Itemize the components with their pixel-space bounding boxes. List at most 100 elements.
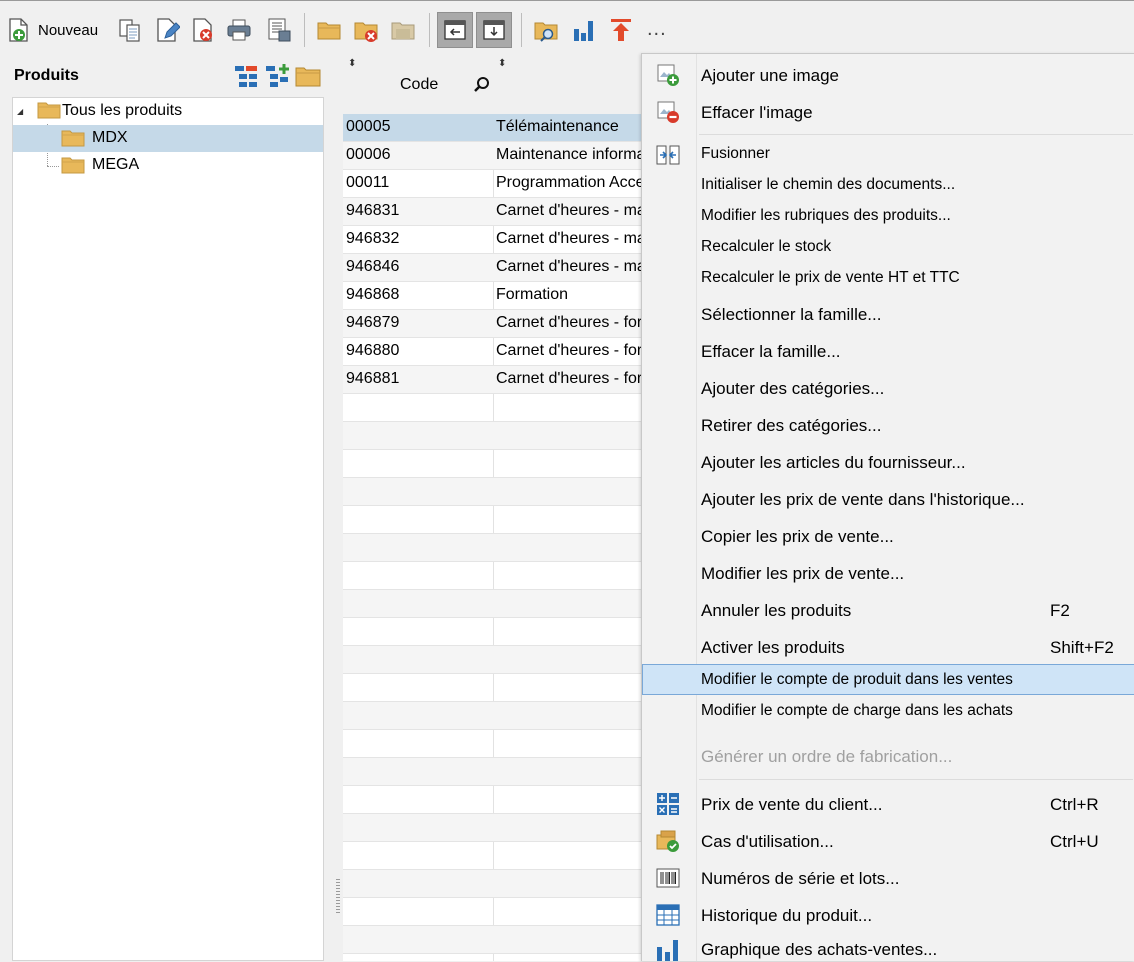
expand-collapse-icon[interactable]: ◢ — [17, 107, 23, 116]
menu-item-clear-image[interactable]: Effacer l'image — [642, 95, 1134, 129]
tree-item-mdx[interactable]: MDX — [13, 125, 323, 152]
cell-code: 946881 — [346, 370, 400, 387]
image-remove-icon — [657, 101, 679, 123]
empty-table-row — [343, 870, 643, 898]
chart-button[interactable] — [571, 13, 597, 47]
menu-item-serial-numbers[interactable]: Numéros de série et lots... — [642, 861, 1134, 895]
sort-icon[interactable]: ⬍ — [348, 58, 356, 69]
print-button[interactable] — [226, 13, 252, 47]
menu-item-label: Graphique des achats-ventes... — [701, 940, 938, 959]
table-row[interactable]: 946831 Carnet d'heures - ma — [343, 198, 643, 226]
menu-item-merge[interactable]: Fusionner — [642, 138, 1134, 172]
menu-item-recalc-price[interactable]: Recalculer le prix de vente HT et TTC — [642, 262, 1134, 296]
menu-item-label: Modifier les rubriques des produits... — [701, 207, 951, 224]
cell-description: Maintenance informa — [496, 146, 643, 163]
menu-item-label: Générer un ordre de fabrication... — [701, 747, 953, 766]
new-document-icon — [9, 18, 28, 42]
menu-item-edit-sales-account[interactable]: Modifier le compte de produit dans les v… — [642, 664, 1134, 695]
delete-document-icon — [193, 18, 212, 42]
barcode-icon — [656, 868, 680, 888]
menu-item-edit-prices[interactable]: Modifier les prix de vente... — [642, 556, 1134, 590]
menu-item-activate-products[interactable]: Activer les produits Shift+F2 — [642, 630, 1134, 664]
move-top-button[interactable] — [608, 13, 634, 47]
cell-code: 00005 — [346, 118, 391, 135]
tree-structure-icon[interactable] — [233, 63, 259, 89]
print-preview-button[interactable] — [266, 13, 292, 47]
table-row[interactable]: 00011 Programmation Acce — [343, 170, 643, 198]
menu-item-clear-family[interactable]: Effacer la famille... — [642, 334, 1134, 368]
tree-item-label: MEGA — [92, 156, 140, 173]
sort-icon[interactable]: ⬍ — [498, 58, 506, 69]
menu-item-add-price-history[interactable]: Ajouter les prix de vente dans l'histori… — [642, 482, 1134, 516]
search-icon[interactable] — [473, 76, 491, 94]
menu-item-add-categories[interactable]: Ajouter des catégories... — [642, 371, 1134, 405]
tree-item-all-products[interactable]: ◢ Tous les produits — [13, 98, 323, 125]
menu-item-shortcut: Ctrl+R — [1050, 795, 1099, 814]
menu-item-product-history[interactable]: Historique du produit... — [642, 898, 1134, 932]
folder-button[interactable] — [316, 13, 342, 47]
calculator-icon — [657, 793, 679, 815]
menu-item-client-prices[interactable]: Prix de vente du client... Ctrl+R — [642, 787, 1134, 821]
table-row[interactable]: 946832 Carnet d'heures - ma — [343, 226, 643, 254]
table-row[interactable]: 946880 Carnet d'heures - for — [343, 338, 643, 366]
menu-item-add-supplier-items[interactable]: Ajouter les articles du fournisseur... — [642, 445, 1134, 479]
empty-table-row — [343, 814, 643, 842]
menu-item-generate-manufacturing-order[interactable]: Générer un ordre de fabrication... — [642, 739, 1134, 773]
table-row[interactable]: 00005 Télémaintenance — [343, 114, 643, 142]
menu-item-usage-cases[interactable]: Cas d'utilisation... Ctrl+U — [642, 824, 1134, 858]
folder-icon — [61, 130, 85, 147]
table-row[interactable]: 946846 Carnet d'heures - ma — [343, 254, 643, 282]
more-icon[interactable]: ... — [647, 18, 667, 41]
edit-button[interactable] — [154, 13, 180, 47]
menu-item-init-doc-path[interactable]: Initialiser le chemin des documents... — [642, 169, 1134, 203]
menu-item-recalc-stock[interactable]: Recalculer le stock — [642, 231, 1134, 265]
bar-chart-icon — [574, 21, 593, 41]
empty-table-row — [343, 842, 643, 870]
folder-disabled-button[interactable] — [390, 13, 416, 47]
menu-item-cancel-products[interactable]: Annuler les produits F2 — [642, 593, 1134, 627]
new-button-label: Nouveau — [38, 21, 99, 39]
panel-splitter[interactable] — [333, 57, 343, 961]
folder-delete-button[interactable] — [353, 13, 379, 47]
empty-table-row — [343, 590, 643, 618]
copy-document-icon — [119, 19, 140, 42]
delete-button[interactable] — [190, 13, 216, 47]
cell-code: 946846 — [346, 258, 400, 275]
menu-item-label: Retirer des catégories... — [701, 416, 882, 435]
toolbar: Nouveau ... — [0, 0, 1134, 57]
folder-icon[interactable] — [295, 63, 321, 89]
menu-item-label: Cas d'utilisation... — [701, 832, 834, 851]
category-tree: ◢ Tous les produits MDX MEGA — [12, 97, 324, 961]
column-header-code[interactable]: Code — [400, 76, 438, 94]
tree-add-icon[interactable] — [264, 63, 290, 89]
copy-button[interactable] — [117, 13, 143, 47]
context-menu: Ajouter une image Effacer l'image Fusion… — [641, 53, 1134, 961]
table-row[interactable]: 946879 Carnet d'heures - for — [343, 310, 643, 338]
cell-code: 00011 — [346, 174, 390, 191]
panel-left-icon — [444, 20, 466, 40]
cell-description: Télémaintenance — [496, 118, 619, 135]
table-row[interactable]: 946881 Carnet d'heures - for — [343, 366, 643, 394]
empty-table-row — [343, 898, 643, 926]
cell-description: Carnet d'heures - ma — [496, 230, 643, 247]
menu-item-edit-purchase-account[interactable]: Modifier le compte de charge dans les ac… — [642, 695, 1134, 729]
menu-item-copy-prices[interactable]: Copier les prix de vente... — [642, 519, 1134, 553]
menu-item-select-family[interactable]: Sélectionner la famille... — [642, 297, 1134, 331]
panel-bottom-toggle[interactable] — [476, 12, 512, 48]
menu-item-edit-fields[interactable]: Modifier les rubriques des produits... — [642, 200, 1134, 234]
splitter-grip[interactable] — [336, 879, 340, 913]
toolbar-separator — [521, 13, 522, 47]
new-button[interactable]: Nouveau — [6, 13, 98, 47]
table-row[interactable]: 00006 Maintenance informa — [343, 142, 643, 170]
bar-chart-icon — [657, 940, 678, 961]
menu-item-remove-categories[interactable]: Retirer des catégories... — [642, 408, 1134, 442]
panel-left-toggle[interactable] — [437, 12, 473, 48]
menu-item-label: Sélectionner la famille... — [701, 305, 882, 324]
menu-item-add-image[interactable]: Ajouter une image — [642, 58, 1134, 92]
menu-item-sales-chart[interactable]: Graphique des achats-ventes... — [642, 932, 1134, 962]
tree-item-mega[interactable]: MEGA — [13, 152, 323, 179]
folder-search-button[interactable] — [533, 13, 559, 47]
empty-table-row — [343, 534, 643, 562]
empty-table-row — [343, 730, 643, 758]
table-row[interactable]: 946868 Formation — [343, 282, 643, 310]
